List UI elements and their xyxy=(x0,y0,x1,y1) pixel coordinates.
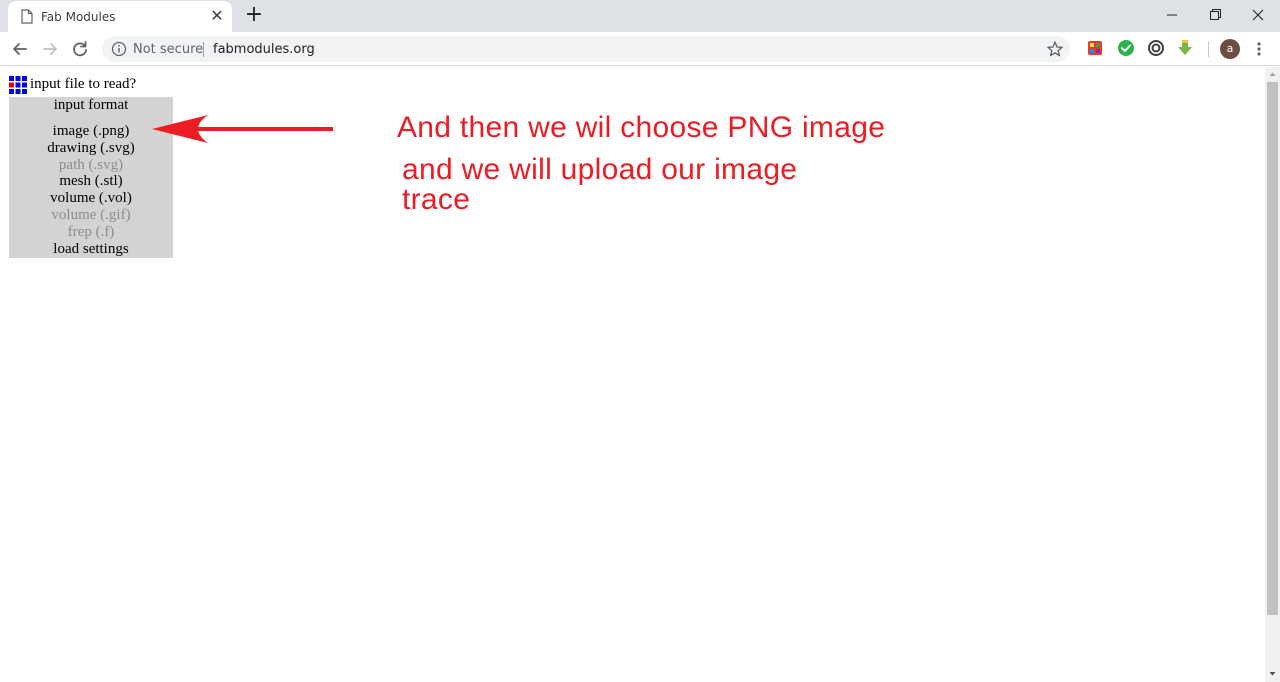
address-bar[interactable]: Not secure fabmodules.org xyxy=(102,36,1070,62)
tab-close-icon[interactable]: ✕ xyxy=(208,8,226,26)
menu-heading: input format xyxy=(53,97,129,113)
vertical-scrollbar[interactable] xyxy=(1265,67,1280,682)
restore-icon[interactable] xyxy=(1202,3,1228,27)
green-download-extension-icon[interactable] xyxy=(1176,39,1194,57)
new-tab-button[interactable]: + xyxy=(243,4,265,27)
url-text[interactable]: fabmodules.org xyxy=(213,42,315,57)
format-item-path-svg: path (.svg) xyxy=(58,156,124,173)
reload-icon[interactable] xyxy=(69,38,91,60)
info-icon[interactable] xyxy=(111,41,127,57)
prompt-text: input file to read? xyxy=(30,76,137,92)
spiral-extension-icon[interactable] xyxy=(1147,39,1165,57)
scroll-down-arrow-icon[interactable] xyxy=(1265,667,1280,681)
page-content: input file to read? input format image (… xyxy=(0,67,1265,682)
tab-fab-modules[interactable]: Fab Modules ✕ xyxy=(8,1,232,32)
page-icon xyxy=(21,9,33,24)
scrollbar-thumb[interactable] xyxy=(1267,82,1278,615)
minimize-icon[interactable] xyxy=(1159,3,1185,27)
annotation-line-1: And then we wil choose PNG image xyxy=(397,111,886,144)
tab-title: Fab Modules xyxy=(41,10,116,24)
toolbar-divider xyxy=(1208,41,1209,57)
browser-toolbar: Not secure fabmodules.org a xyxy=(0,32,1280,66)
three-dots-icon[interactable] xyxy=(1251,40,1267,58)
format-list: image (.png) drawing (.svg) path (.svg) … xyxy=(9,123,173,257)
star-icon[interactable] xyxy=(1046,40,1064,58)
format-item-png[interactable]: image (.png) xyxy=(9,123,173,140)
format-item-drawing-svg[interactable]: drawing (.svg) xyxy=(9,140,173,157)
fab-modules-grid-icon xyxy=(9,76,27,94)
format-item-vol[interactable]: volume (.vol) xyxy=(9,190,173,207)
input-format-menu: input format image (.png) drawing (.svg)… xyxy=(9,97,173,258)
annotation-line-2: and we will upload our image xyxy=(402,153,798,186)
arrow-right-icon[interactable] xyxy=(39,38,61,60)
omnibox-divider xyxy=(203,42,204,57)
format-item-load-settings[interactable]: load settings xyxy=(9,241,173,258)
avatar[interactable]: a xyxy=(1220,39,1240,59)
annotation-arrow-icon xyxy=(152,115,333,143)
format-item-gif: volume (.gif) xyxy=(51,206,131,223)
format-item-frep: frep (.f) xyxy=(67,223,115,240)
colorful-grid-extension-icon[interactable] xyxy=(1086,39,1104,57)
format-item-stl[interactable]: mesh (.stl) xyxy=(9,173,173,190)
arrow-left-icon[interactable] xyxy=(9,38,31,60)
window-close-icon[interactable] xyxy=(1245,3,1271,27)
green-check-extension-icon[interactable] xyxy=(1117,39,1135,57)
security-label[interactable]: Not secure xyxy=(133,42,203,57)
annotation-line-3: trace xyxy=(402,183,471,216)
scroll-up-arrow-icon[interactable] xyxy=(1265,67,1280,81)
tab-strip: Fab Modules ✕ + xyxy=(0,0,1280,32)
